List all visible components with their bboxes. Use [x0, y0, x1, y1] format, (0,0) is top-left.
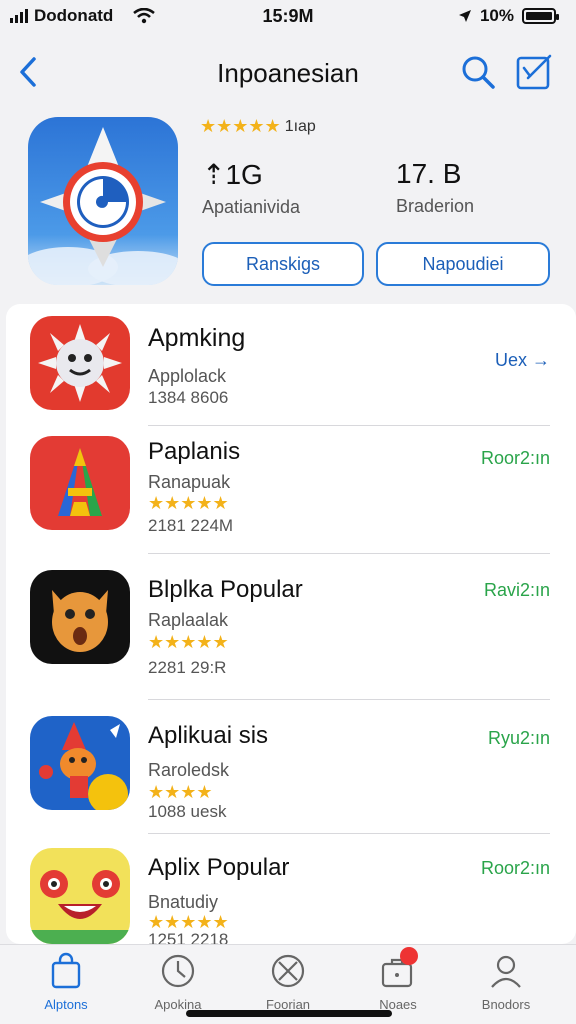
stat-size: 17. B Braderion [396, 158, 474, 217]
fox-character-icon [39, 722, 128, 810]
tab-noaes[interactable]: Noaes [348, 947, 448, 1012]
tab-label: Alptons [44, 997, 88, 1012]
app-subtitle: Bnatudiy [148, 892, 219, 912]
tab-foorian[interactable]: Foorian [238, 951, 338, 1012]
app-subtitle: Ranapuak [148, 472, 231, 492]
get-button[interactable]: Ryu2:ın [488, 728, 550, 749]
shopping-bag-icon [46, 951, 86, 991]
rankings-button[interactable]: Ranskigs [202, 242, 364, 286]
rating-row: ★★★★★ 1ıap [200, 116, 316, 137]
app-meta: 2181 224M [148, 516, 234, 535]
sun-face-icon [38, 324, 122, 402]
rating-stars: ★★★★★ [200, 116, 281, 136]
row-divider [148, 425, 550, 426]
app-subtitle: Raplaalak [148, 610, 229, 630]
compose-button[interactable] [514, 52, 554, 92]
carrier-name: Dodonatd [34, 6, 114, 25]
tab-apokina[interactable]: Apokina [128, 951, 228, 1012]
status-bar: Dodonatd 15:9M 10% [0, 0, 576, 32]
compose-icon [516, 54, 552, 90]
list-item[interactable]: Paplanis Ranapuak ★★★★★ 2181 224M Roor2:… [6, 428, 576, 558]
app-list: Apmking Applolack 1384 8606 Uex → Paplan… [6, 304, 576, 949]
briefcase-icon [378, 947, 418, 991]
navigation-bar: Inpoanesian [0, 44, 576, 100]
rating-count: 1ıap [284, 117, 316, 135]
search-button[interactable] [458, 52, 498, 92]
get-button[interactable]: Ravi2:ın [484, 580, 550, 601]
view-button[interactable]: Uex → [495, 350, 550, 371]
app-icon [30, 716, 130, 810]
stat-downloads: ⇡1G Apatianivida [202, 158, 300, 218]
row-divider [148, 553, 550, 554]
stat-value: ⇡1G [202, 159, 263, 190]
app-meta: 2281 29:R [148, 658, 227, 677]
signal-icon [10, 9, 28, 23]
app-subtitle: Applolack [148, 366, 227, 386]
notification-badge [400, 947, 418, 965]
person-icon [486, 951, 526, 991]
app-name: Blplka Popular [148, 576, 303, 603]
tab-label: Bnodors [481, 997, 531, 1012]
tab-apps[interactable]: Alptons [16, 951, 116, 1012]
status-left: Dodonatd [10, 6, 156, 26]
home-indicator[interactable] [186, 1010, 392, 1017]
status-time: 15:9M [262, 5, 314, 26]
smiling-face-icon [30, 870, 130, 944]
list-item[interactable]: Blplka Popular Raplaalak ★★★★★ 2281 29:R… [6, 566, 576, 706]
wifi-icon [133, 8, 156, 24]
featured-app-icon[interactable] [28, 117, 178, 285]
letter-a-logo-icon [58, 448, 102, 516]
row-divider [148, 833, 550, 834]
app-icon [30, 848, 130, 944]
search-icon [462, 56, 495, 89]
app-icon [30, 436, 130, 530]
list-item[interactable]: Apmking Applolack 1384 8606 Uex → [6, 314, 576, 426]
app-name: Aplikuai sis [148, 722, 269, 749]
app-rating-stars: ★★★★★ [148, 493, 229, 513]
app-name: Apmking [148, 324, 246, 352]
location-arrow-icon [458, 10, 471, 22]
app-name: Paplanis [148, 438, 241, 465]
popular-button[interactable]: Napoudiei [376, 242, 550, 286]
app-icon [30, 316, 130, 410]
app-meta: 1384 8606 [148, 388, 229, 407]
app-rating-stars: ★★★★ [148, 782, 213, 802]
get-button[interactable]: Roor2:ın [481, 858, 550, 879]
tab-bnodors[interactable]: Bnodors [456, 951, 556, 1012]
cancel-circle-icon [268, 951, 308, 991]
battery-icon [522, 8, 559, 24]
list-item[interactable]: Aplix Popular Bnatudiy ★★★★★ 1251 2218 R… [6, 840, 576, 949]
stat-value: 17. B [396, 158, 462, 189]
stat-label: Apatianivida [202, 197, 301, 217]
cat-face-icon [52, 590, 108, 652]
app-icon [30, 570, 130, 664]
clock-icon [158, 951, 198, 991]
list-item[interactable]: Aplikuai sis Raroledsk ★★★★ 1088 uesk Ry… [6, 710, 576, 838]
row-divider [148, 699, 550, 700]
status-right: 10% [458, 6, 559, 26]
app-rating-stars: ★★★★★ [148, 632, 229, 652]
get-button[interactable]: Roor2:ın [481, 448, 550, 469]
stat-label: Braderion [396, 196, 475, 216]
app-meta: 1088 uesk [148, 802, 227, 821]
battery-percent: 10% [479, 6, 514, 25]
compass-logo-icon [28, 127, 178, 285]
app-subtitle: Raroledsk [148, 760, 230, 780]
app-name: Aplix Popular [148, 854, 290, 881]
